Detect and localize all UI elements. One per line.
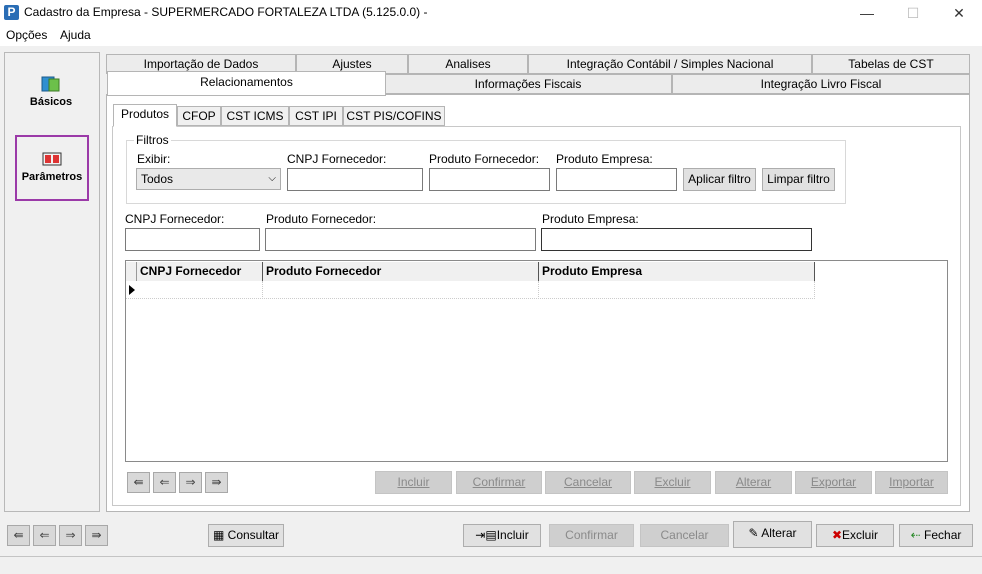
produto-fornecedor-label: Produto Fornecedor:: [266, 212, 377, 226]
cnpj-label: CNPJ Fornecedor:: [125, 212, 225, 226]
sidebar-item-parametros[interactable]: Parâmetros: [15, 135, 89, 201]
bottom-prev-icon[interactable]: ⇐: [33, 525, 56, 546]
tab-informacoes-fiscais[interactable]: Informações Fiscais: [384, 74, 672, 94]
clear-filter-button[interactable]: Limpar filtro: [762, 168, 835, 191]
grid-excluir-button[interactable]: Excluir: [634, 471, 711, 494]
last-record-icon[interactable]: ⇛: [205, 472, 228, 493]
grid-divider: [538, 281, 539, 299]
exit-icon: ⇠: [910, 528, 925, 542]
minimize-button[interactable]: —: [844, 0, 890, 26]
filter-produto-empresa-label: Produto Empresa:: [556, 152, 653, 166]
bottom-last-icon[interactable]: ⇛: [85, 525, 108, 546]
bottom-next-icon[interactable]: ⇒: [59, 525, 82, 546]
grid-divider: [814, 281, 815, 299]
status-bar: [0, 556, 982, 574]
sidebar-item-label: Básicos: [29, 96, 73, 108]
first-record-icon[interactable]: ⇚: [127, 472, 150, 493]
menu-bar: [0, 26, 982, 46]
grid-importar-button[interactable]: Importar: [875, 471, 948, 494]
apply-filter-button[interactable]: Aplicar filtro: [683, 168, 756, 191]
menu-ajuda[interactable]: Ajuda: [60, 28, 91, 42]
filter-produto-empresa-input[interactable]: [556, 168, 677, 191]
table-row[interactable]: [126, 281, 815, 299]
grid-confirmar-button[interactable]: Confirmar: [456, 471, 542, 494]
window-title: Cadastro da Empresa - SUPERMERCADO FORTA…: [24, 5, 428, 19]
grid-header-produto-fornecedor[interactable]: Produto Fornecedor: [263, 262, 539, 281]
filter-cnpj-input[interactable]: [287, 168, 423, 191]
produto-empresa-label: Produto Empresa:: [542, 212, 639, 226]
grid-cancelar-button[interactable]: Cancelar: [545, 471, 631, 494]
grid-header-produto-empresa[interactable]: Produto Empresa: [539, 262, 815, 281]
subtab-cst-pis-cofins[interactable]: CST PIS/COFINS: [343, 106, 445, 126]
excluir-label: Excluir: [842, 528, 879, 542]
menu-opcoes[interactable]: Opções: [6, 28, 47, 42]
exibir-select[interactable]: Todos ⌵: [136, 168, 281, 190]
subtab-produtos[interactable]: Produtos: [113, 104, 177, 127]
sidebar-item-basicos[interactable]: Básicos: [12, 62, 90, 120]
filter-produto-fornecedor-input[interactable]: [429, 168, 550, 191]
tab-relacionamentos[interactable]: Relacionamentos: [107, 71, 386, 96]
consultar-label: Consultar: [227, 528, 280, 542]
parameters-icon: [42, 152, 62, 166]
subtab-cst-ipi[interactable]: CST IPI: [289, 106, 343, 126]
next-record-icon[interactable]: ⇒: [179, 472, 202, 493]
tab-analises[interactable]: Analises: [408, 54, 528, 74]
grid-divider: [262, 281, 263, 299]
incluir-button[interactable]: ⇥▤Incluir: [463, 524, 541, 547]
delete-icon: ✖: [831, 528, 843, 542]
grid-header-cnpj[interactable]: CNPJ Fornecedor: [137, 262, 263, 281]
filter-cnpj-label: CNPJ Fornecedor:: [287, 152, 387, 166]
tab-tabelas-cst[interactable]: Tabelas de CST: [812, 54, 970, 74]
close-button[interactable]: ✕: [936, 0, 982, 26]
edit-icon: ✎: [748, 526, 762, 540]
produto-empresa-input[interactable]: [541, 228, 812, 251]
grid-incluir-button[interactable]: Incluir: [375, 471, 452, 494]
grid-corner: [126, 262, 137, 281]
exibir-value: Todos: [141, 172, 174, 186]
basics-icon: [41, 76, 60, 92]
alterar-button[interactable]: ✎ Alterar: [733, 521, 812, 548]
bottom-first-icon[interactable]: ⇚: [7, 525, 30, 546]
exibir-label: Exibir:: [137, 152, 171, 166]
chevron-down-icon: ⌵: [268, 173, 276, 184]
confirmar-button[interactable]: Confirmar: [549, 524, 634, 547]
add-icon: ⇥▤: [475, 528, 497, 542]
tab-integracao-contabil[interactable]: Integração Contábil / Simples Nacional: [528, 54, 812, 74]
subtab-cst-icms[interactable]: CST ICMS: [221, 106, 289, 126]
table-icon: ▦: [212, 528, 228, 542]
cnpj-input[interactable]: [125, 228, 260, 251]
cancelar-button[interactable]: Cancelar: [640, 524, 729, 547]
alterar-label: Alterar: [761, 526, 797, 540]
fechar-label: Fechar: [924, 528, 962, 542]
incluir-label: Incluir: [496, 528, 529, 542]
consultar-button[interactable]: ▦ Consultar: [208, 524, 284, 547]
app-icon: P: [4, 5, 19, 20]
filter-produto-fornecedor-label: Produto Fornecedor:: [429, 152, 540, 166]
sidebar-item-label: Parâmetros: [21, 171, 83, 183]
row-indicator-icon: [129, 285, 135, 295]
subtab-cfop[interactable]: CFOP: [177, 106, 221, 126]
fechar-button[interactable]: ⇠ Fechar: [899, 524, 973, 547]
sidebar: [4, 52, 100, 512]
tab-integracao-livro-fiscal[interactable]: Integração Livro Fiscal: [672, 74, 970, 94]
grid-exportar-button[interactable]: Exportar: [795, 471, 872, 494]
filters-group-label: Filtros: [134, 133, 171, 147]
excluir-button[interactable]: ✖Excluir: [816, 524, 894, 547]
produto-fornecedor-input[interactable]: [265, 228, 536, 251]
maximize-button[interactable]: ☐: [890, 0, 936, 26]
grid-alterar-button[interactable]: Alterar: [715, 471, 792, 494]
prev-record-icon[interactable]: ⇐: [153, 472, 176, 493]
